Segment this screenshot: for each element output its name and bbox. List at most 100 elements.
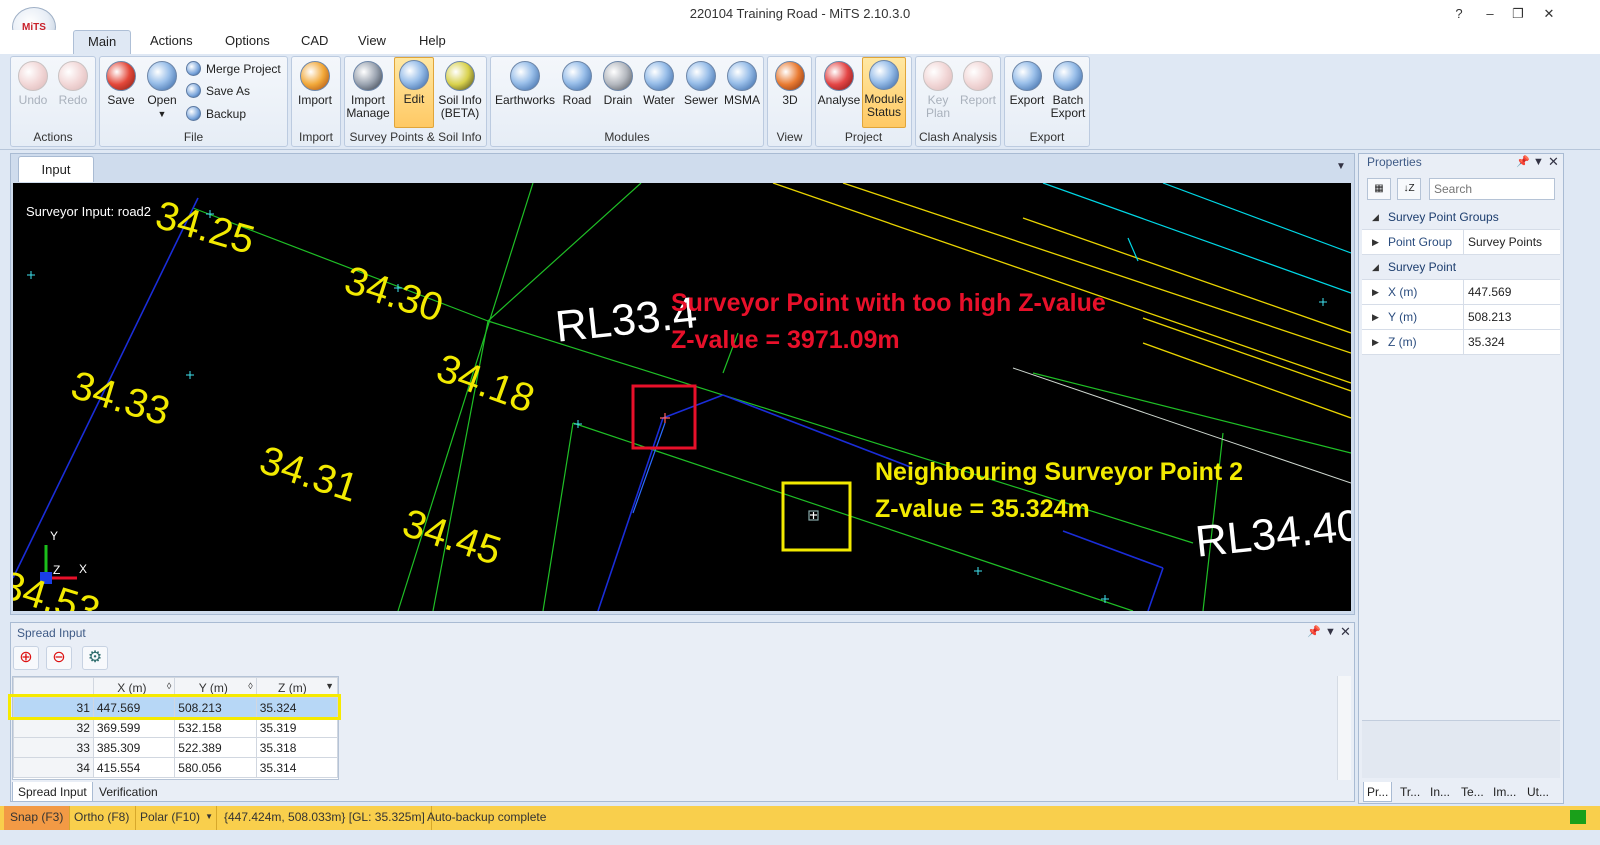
export-button[interactable]: Export	[1005, 59, 1049, 127]
wrench-icon	[353, 61, 383, 91]
save-as-icon	[186, 83, 201, 98]
cell-y[interactable]: 522.389	[174, 737, 257, 758]
analyse-button[interactable]: Analyse	[817, 59, 861, 127]
pin-icon[interactable]: 📌	[1516, 155, 1530, 168]
help-button[interactable]: ?	[1446, 4, 1472, 24]
spread-grid[interactable]: X (m) ◊ Y (m) ◊ Z (m) ▼ 31 447.569 508.2…	[12, 676, 339, 780]
module-status-button[interactable]: Module Status	[862, 57, 906, 128]
collapse-icon: ◢	[1372, 212, 1379, 222]
tab-actions[interactable]: Actions	[136, 30, 207, 55]
y-value-field[interactable]: 508.213	[1463, 305, 1559, 329]
point-group-select[interactable]: Survey Points	[1463, 230, 1559, 254]
category-survey-point[interactable]: ◢ Survey Point	[1362, 255, 1560, 280]
save-button[interactable]: Save	[99, 59, 143, 127]
cell-x[interactable]: 369.599	[92, 717, 176, 738]
vertical-scrollbar[interactable]	[1337, 676, 1351, 780]
tab-spread-input[interactable]: Spread Input	[12, 782, 93, 802]
selected-point-marker	[660, 413, 819, 521]
filter-icon: ▼	[325, 680, 334, 691]
cell-z[interactable]: 35.318	[255, 737, 339, 758]
batch-export-button[interactable]: Batch Export	[1046, 59, 1090, 127]
table-row[interactable]: 32 369.599 532.158 35.319	[13, 717, 339, 738]
polar-toggle[interactable]: Polar (F10) ▼	[134, 806, 218, 830]
survey-point	[186, 371, 194, 379]
tab-view[interactable]: View	[344, 30, 400, 55]
property-point-group[interactable]: ▶ Point Group Survey Points	[1362, 230, 1560, 255]
drain-button[interactable]: Drain	[598, 59, 638, 127]
tab-help[interactable]: Help	[405, 30, 460, 55]
3d-button[interactable]: 3D	[768, 59, 812, 127]
cell-x[interactable]: 385.309	[92, 737, 176, 758]
close-button[interactable]: ✕	[1536, 4, 1562, 24]
survey-point	[1101, 595, 1109, 603]
ortho-toggle[interactable]: Ortho (F8)	[68, 806, 137, 830]
close-icon[interactable]: ✕	[1340, 624, 1351, 640]
open-button[interactable]: Open ▼	[140, 59, 184, 127]
tab-in[interactable]: In...	[1427, 782, 1453, 802]
table-row[interactable]: 34 415.554 580.056 35.314	[13, 757, 339, 778]
x-value-field[interactable]: 447.569	[1463, 280, 1559, 304]
tab-verification[interactable]: Verification	[94, 782, 163, 802]
import-button[interactable]: Import	[293, 59, 337, 127]
earthworks-button[interactable]: Earthworks	[493, 59, 557, 127]
tab-ut[interactable]: Ut...	[1524, 782, 1552, 802]
property-x[interactable]: ▶ X (m) 447.569	[1362, 280, 1560, 305]
tab-properties[interactable]: Pr...	[1363, 782, 1393, 802]
cad-canvas[interactable]: 34.25 34.30 34.18 34.33 34.31 34.45 34.5…	[13, 183, 1351, 611]
sort-az-icon[interactable]: ↓Z	[1397, 178, 1421, 200]
water-button[interactable]: Water	[638, 59, 680, 127]
table-row[interactable]: 33 385.309 522.389 35.318	[13, 737, 339, 758]
chevron-down-icon[interactable]: ▼	[1533, 156, 1544, 168]
report-button[interactable]: Report	[956, 59, 1000, 127]
tab-te[interactable]: Te...	[1458, 782, 1487, 802]
z-value-field[interactable]: 35.324	[1463, 330, 1559, 354]
cell-y[interactable]: 580.056	[174, 757, 257, 778]
backup-button[interactable]: Backup	[186, 104, 246, 124]
key-plan-button[interactable]: Key Plan	[916, 59, 960, 127]
msma-button[interactable]: MSMA	[721, 59, 763, 127]
tab-im[interactable]: Im...	[1490, 782, 1519, 802]
settings-icon[interactable]: ⚙	[82, 646, 108, 670]
tab-options[interactable]: Options	[211, 30, 284, 55]
sewer-button[interactable]: Sewer	[680, 59, 722, 127]
undo-icon	[18, 61, 48, 91]
minimize-button[interactable]: –	[1477, 4, 1503, 24]
status-message: Auto-backup complete	[427, 810, 547, 824]
cell-x[interactable]: 415.554	[92, 757, 176, 778]
close-icon[interactable]: ✕	[1548, 154, 1559, 170]
cell-z[interactable]: 35.319	[255, 717, 339, 738]
property-y[interactable]: ▶ Y (m) 508.213	[1362, 305, 1560, 330]
survey-point	[1319, 298, 1327, 306]
annotation-red-line2: Z-value = 3971.09m	[671, 326, 900, 354]
undo-button[interactable]: Undo	[11, 59, 55, 127]
snap-toggle[interactable]: Snap (F3)	[4, 806, 71, 830]
restore-button[interactable]: ❐	[1505, 4, 1531, 24]
soil-icon	[445, 61, 475, 91]
road-button[interactable]: Road	[557, 59, 597, 127]
redo-button[interactable]: Redo	[51, 59, 95, 127]
chevron-down-icon: ▼	[157, 109, 167, 119]
chevron-down-icon[interactable]: ▼	[1336, 161, 1346, 172]
categorized-view-icon[interactable]: ▦	[1367, 178, 1391, 200]
remove-row-button[interactable]: ⊖	[46, 646, 72, 670]
pin-icon[interactable]: 📌	[1307, 625, 1321, 638]
add-row-button[interactable]: ⊕	[13, 646, 39, 670]
import-manage-button[interactable]: Import Manage	[345, 59, 391, 127]
edit-button[interactable]: Edit	[394, 57, 434, 128]
properties-search-input[interactable]	[1429, 178, 1555, 200]
soil-info-button[interactable]: Soil Info (BETA)	[437, 59, 483, 127]
chevron-down-icon[interactable]: ▼	[1325, 626, 1336, 638]
property-z[interactable]: ▶ Z (m) 35.324	[1362, 330, 1560, 355]
tab-input[interactable]: Input	[18, 156, 94, 182]
cell-y[interactable]: 532.158	[174, 717, 257, 738]
merge-project-button[interactable]: Merge Project	[186, 59, 281, 79]
tab-main[interactable]: Main	[73, 30, 132, 55]
survey-point	[27, 271, 35, 279]
cell-z[interactable]: 35.314	[255, 757, 339, 778]
row-number: 33	[13, 737, 94, 758]
category-survey-point-groups[interactable]: ◢ Survey Point Groups	[1362, 205, 1560, 230]
tab-cad[interactable]: CAD	[287, 30, 342, 55]
tab-tr[interactable]: Tr...	[1397, 782, 1423, 802]
group-label: Survey Points & Soil Info	[349, 130, 482, 144]
save-as-button[interactable]: Save As	[186, 81, 250, 101]
